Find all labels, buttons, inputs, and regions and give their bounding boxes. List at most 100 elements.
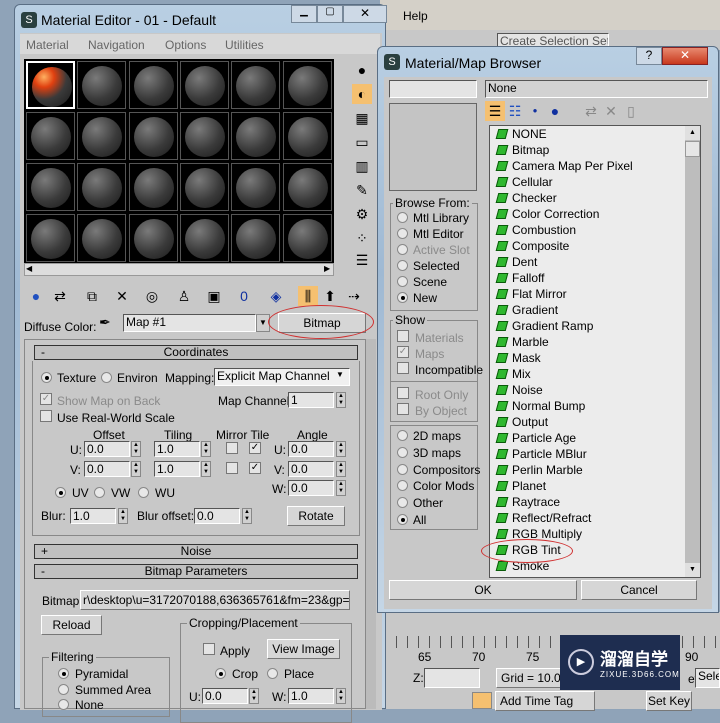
sample-slot[interactable]	[128, 214, 178, 262]
time-tag-icon[interactable]	[472, 692, 492, 709]
browser-help-button[interactable]: ?	[636, 47, 662, 65]
sample-slot[interactable]	[231, 112, 281, 160]
show-map-icon[interactable]: ◈	[266, 286, 286, 306]
map-list-item[interactable]: Mix	[495, 366, 531, 382]
scroll-left-icon[interactable]: ◀	[26, 264, 32, 273]
map-list-item[interactable]: NONE	[495, 126, 547, 142]
crop-u-field[interactable]: 0.0	[202, 688, 248, 704]
tiling-u-spinner[interactable]: ▲ ▼	[201, 441, 211, 457]
map-list-scrollbar[interactable]: ▲ ▼	[685, 126, 700, 577]
map-channel-spinner[interactable]: ▲ ▼	[336, 392, 346, 408]
crop-radio[interactable]	[215, 668, 226, 679]
radio-3d-maps[interactable]	[397, 446, 408, 458]
real-world-scale-checkbox[interactable]	[40, 410, 52, 422]
sample-slot[interactable]	[179, 163, 229, 211]
crop-w-spinner[interactable]: ▲ ▼	[336, 688, 346, 704]
map-list-item[interactable]: Particle Age	[495, 430, 576, 446]
angle-w-field[interactable]: 0.0	[288, 480, 334, 496]
scroll-up-icon[interactable]: ▲	[685, 126, 700, 140]
z-field[interactable]	[424, 668, 480, 688]
sample-slot[interactable]	[26, 214, 75, 262]
tiling-v-field[interactable]: 1.0	[154, 461, 200, 477]
map-list-item[interactable]: Combustion	[495, 222, 576, 238]
scroll-right-icon[interactable]: ▶	[324, 264, 330, 273]
slots-scrollbar[interactable]	[24, 263, 334, 276]
sample-slot[interactable]	[26, 163, 75, 211]
map-list-item[interactable]: Camera Map Per Pixel	[495, 158, 633, 174]
rotate-button[interactable]: Rotate	[287, 506, 345, 526]
background-checker-icon[interactable]: ▦	[352, 108, 372, 128]
mirror-u-checkbox[interactable]	[226, 442, 238, 454]
blur-offset-field[interactable]: 0.0	[194, 508, 240, 524]
map-list-item[interactable]: Flat Mirror	[495, 286, 567, 302]
map-list-item[interactable]: Dent	[495, 254, 537, 270]
sample-slot[interactable]	[179, 61, 229, 109]
cancel-button[interactable]: Cancel	[581, 580, 697, 600]
video-color-check-icon[interactable]: ▥	[352, 156, 372, 176]
get-material-icon[interactable]: ●	[26, 286, 46, 306]
mirror-v-checkbox[interactable]	[226, 462, 238, 474]
blur-spinner[interactable]: ▲ ▼	[118, 508, 128, 524]
maximize-button[interactable]: ▢	[317, 5, 343, 23]
map-list-item[interactable]: Reflect/Refract	[495, 510, 591, 526]
offset-u-field[interactable]: 0.0	[84, 441, 130, 457]
map-list-item[interactable]: Gradient Ramp	[495, 318, 593, 334]
map-channel-field[interactable]: 1	[288, 392, 334, 408]
map-list-item[interactable]: Composite	[495, 238, 569, 254]
sample-slot[interactable]	[128, 112, 178, 160]
sample-slot[interactable]	[282, 61, 332, 109]
tile-u-checkbox[interactable]: ✓	[249, 442, 261, 454]
radio-mtl-library[interactable]	[397, 212, 408, 223]
make-unique-icon[interactable]: ♙	[174, 286, 194, 306]
coordinates-rollout-header[interactable]: - Coordinates	[34, 345, 358, 360]
update-scene-icon[interactable]: ⇄	[581, 101, 601, 121]
offset-v-spinner[interactable]: ▲ ▼	[131, 461, 141, 477]
radio-compositors[interactable]	[397, 463, 408, 475]
sample-slot[interactable]	[26, 112, 75, 160]
noise-rollout-header[interactable]: + Noise	[34, 544, 358, 559]
show-end-result-icon[interactable]: ⫼	[298, 286, 318, 306]
tiling-u-field[interactable]: 1.0	[154, 441, 200, 457]
selection-dropdown[interactable]: Sele	[695, 668, 720, 688]
map-list-item[interactable]: Marble	[495, 334, 549, 350]
scroll-down-icon[interactable]: ▼	[685, 563, 700, 577]
view-list-icon[interactable]: ☰	[485, 101, 505, 121]
sample-slot[interactable]	[231, 163, 281, 211]
menu-help[interactable]: Help	[403, 9, 428, 23]
sample-slot[interactable]	[282, 163, 332, 211]
none-radio[interactable]	[58, 699, 69, 710]
offset-u-spinner[interactable]: ▲ ▼	[131, 441, 141, 457]
crop-w-field[interactable]: 1.0	[288, 688, 334, 704]
rollout-scrollbar[interactable]	[366, 339, 376, 709]
crop-u-spinner[interactable]: ▲ ▼	[249, 688, 259, 704]
sample-slot[interactable]	[128, 163, 178, 211]
texture-radio[interactable]	[41, 372, 52, 383]
map-list-item[interactable]: Normal Bump	[495, 398, 585, 414]
map-list-item[interactable]: Noise	[495, 382, 543, 398]
material-navigator-icon[interactable]: ☰	[352, 250, 372, 270]
mapping-chevron-icon[interactable]: ▼	[336, 370, 344, 379]
sample-slot[interactable]	[77, 112, 127, 160]
sample-slot[interactable]	[179, 214, 229, 262]
view-image-button[interactable]: View Image	[267, 639, 340, 659]
radio-selected[interactable]	[397, 260, 408, 271]
root-only-checkbox[interactable]	[397, 387, 409, 399]
blur-field[interactable]: 1.0	[70, 508, 116, 524]
sample-slot[interactable]	[77, 163, 127, 211]
by-object-checkbox[interactable]	[397, 403, 409, 415]
radio-2d-maps[interactable]	[397, 430, 408, 441]
place-radio[interactable]	[267, 668, 278, 679]
summed-area-radio[interactable]	[58, 684, 69, 695]
browser-close-button[interactable]: ✕	[662, 47, 708, 65]
view-small-icons-icon[interactable]: ●	[525, 101, 545, 121]
uv-radio[interactable]	[55, 487, 66, 498]
angle-u-spinner[interactable]: ▲ ▼	[336, 441, 346, 457]
make-copy-icon[interactable]: ◎	[142, 286, 162, 306]
menu-utilities[interactable]: Utilities	[225, 38, 264, 52]
map-list-item[interactable]: Raytrace	[495, 494, 560, 510]
pyramidal-radio[interactable]	[58, 668, 69, 679]
sample-slot[interactable]	[231, 214, 281, 262]
angle-u-field[interactable]: 0.0	[288, 441, 334, 457]
menu-options[interactable]: Options	[165, 38, 206, 52]
go-to-parent-icon[interactable]: ⬆	[320, 286, 340, 306]
